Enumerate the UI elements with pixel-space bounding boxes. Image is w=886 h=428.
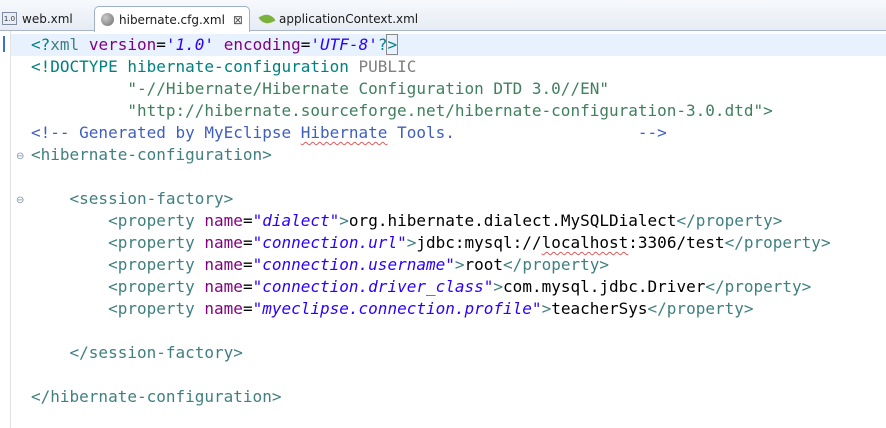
tab-label: hibernate.cfg.xml: [119, 12, 225, 27]
equals: =: [242, 211, 253, 230]
tag-gt: >: [541, 299, 552, 318]
doctype-public-id: "-//Hibernate/Hibernate Configuration DT…: [31, 79, 609, 98]
equals: =: [242, 277, 253, 296]
property-text: root: [464, 255, 504, 274]
code-line-property: <property name="dialect">org.hibernate.d…: [31, 210, 831, 232]
code-line-property: <property name="connection.url">jdbc:mys…: [31, 232, 831, 254]
attr-version: version: [88, 35, 157, 54]
current-line-marker: [3, 36, 5, 52]
gutter-divider: [10, 31, 11, 428]
code-line-4: "http://hibernate.sourceforge.net/hibern…: [31, 100, 831, 122]
tag-property-close: </property>: [724, 233, 831, 252]
tag-session-factory-close: </session-factory>: [31, 343, 243, 362]
doctype-root: hibernate-configuration: [117, 57, 359, 76]
tag-hibernate-configuration-open: <hibernate-configuration>: [31, 145, 272, 164]
tag-gt: >: [406, 233, 417, 252]
code-line-property: <property name="connection.driver_class"…: [31, 276, 831, 298]
code-line-15: </session-factory>: [31, 342, 831, 364]
value-encoding: 'UTF-8': [310, 35, 378, 54]
attr-name: name: [194, 277, 243, 296]
tab-application-context-xml[interactable]: applicationContext.xml: [258, 6, 420, 31]
property-text: :3306/test: [628, 233, 725, 252]
value-name: "dialect": [252, 211, 340, 230]
tag-property-close: </property>: [705, 277, 812, 296]
doctype-system-id: "http://hibernate.sourceforge.net/hibern…: [31, 101, 773, 120]
doctype-public: PUBLIC: [358, 57, 417, 76]
attr-name: name: [194, 233, 243, 252]
close-icon[interactable]: ⊠: [233, 13, 243, 27]
tag-gt: >: [454, 255, 465, 274]
property-text: jdbc:mysql://: [416, 233, 542, 252]
code-line-5: <!-- Generated by MyEclipse Hibernate To…: [31, 122, 831, 144]
comment: Tools. -->: [387, 123, 667, 142]
value-name: "connection.driver_class": [252, 277, 494, 296]
tag-property-open: <property: [31, 299, 195, 318]
code-editor[interactable]: <?xml version='1.0' encoding='UTF-8'?> <…: [31, 34, 831, 408]
tab-web-xml[interactable]: 1.0 web.xml: [2, 6, 86, 31]
code-line-6: <hibernate-configuration>: [31, 144, 831, 166]
tag-property-close: </property>: [676, 211, 783, 230]
comment: <!-- Generated by MyEclipse: [31, 123, 301, 142]
code-line-2: <!DOCTYPE hibernate-configuration PUBLIC: [31, 56, 831, 78]
property-text: com.mysql.jdbc.Driver: [503, 277, 706, 296]
code-line-8: <session-factory>: [31, 188, 831, 210]
spring-leaf-icon: [258, 11, 276, 26]
value-name: "connection.url": [252, 233, 407, 252]
equals: =: [242, 299, 253, 318]
tag-hibernate-configuration-close: </hibernate-configuration>: [31, 387, 282, 406]
pi-open: <?: [31, 35, 51, 54]
equals: =: [242, 233, 253, 252]
web-xml-icon: 1.0: [2, 12, 17, 25]
equals: =: [242, 255, 253, 274]
attr-encoding: encoding: [223, 35, 301, 54]
tab-label: web.xml: [22, 11, 73, 26]
tag-property-open: <property: [31, 255, 195, 274]
code-line-property: <property name="myeclipse.connection.pro…: [31, 298, 831, 320]
code-line-3: "-//Hibernate/Hibernate Configuration DT…: [31, 78, 831, 100]
property-text: org.hibernate.dialect.MySQLDialect: [348, 211, 677, 230]
property-text-spellcheck: localhost: [541, 233, 629, 252]
value-version: '1.0': [165, 35, 215, 54]
code-line-property: <property name="connection.username">roo…: [31, 254, 831, 276]
hibernate-icon: [101, 13, 114, 26]
value-name: "myeclipse.connection.profile": [252, 299, 542, 318]
equals: =: [156, 35, 166, 54]
pi-name: xml: [50, 35, 80, 54]
code-line-17: </hibernate-configuration>: [31, 386, 831, 408]
tag-gt: >: [493, 277, 504, 296]
tag-gt: >: [339, 211, 349, 230]
tag-property-close: </property>: [503, 255, 610, 274]
property-text: teacherSys: [551, 299, 648, 318]
attr-name: name: [194, 255, 243, 274]
attr-name: name: [194, 211, 243, 230]
tag-property-open: <property: [31, 277, 195, 296]
tag-property-open: <property: [31, 233, 195, 252]
fold-collapse-icon[interactable]: ⊖: [16, 152, 25, 162]
tag-property-open: <property: [31, 211, 195, 230]
tab-hibernate-cfg-xml[interactable]: hibernate.cfg.xml ⊠: [94, 6, 250, 32]
editor-tab-bar: 1.0 web.xml hibernate.cfg.xml ⊠ applicat…: [0, 0, 886, 32]
comment-spellcheck: Hibernate: [300, 123, 388, 142]
editor-gutter: [0, 31, 10, 428]
tab-label: applicationContext.xml: [279, 11, 419, 26]
code-line-1: <?xml version='1.0' encoding='UTF-8'?>: [31, 34, 831, 56]
equals: =: [300, 35, 311, 54]
value-name: "connection.username": [252, 255, 455, 274]
tag-session-factory-open: <session-factory>: [31, 189, 234, 208]
fold-collapse-icon[interactable]: ⊖: [16, 196, 25, 206]
doctype-keyword: <!DOCTYPE: [31, 57, 118, 76]
tag-property-close: </property>: [647, 299, 754, 318]
attr-name: name: [194, 299, 243, 318]
pi-close: >: [386, 34, 399, 55]
